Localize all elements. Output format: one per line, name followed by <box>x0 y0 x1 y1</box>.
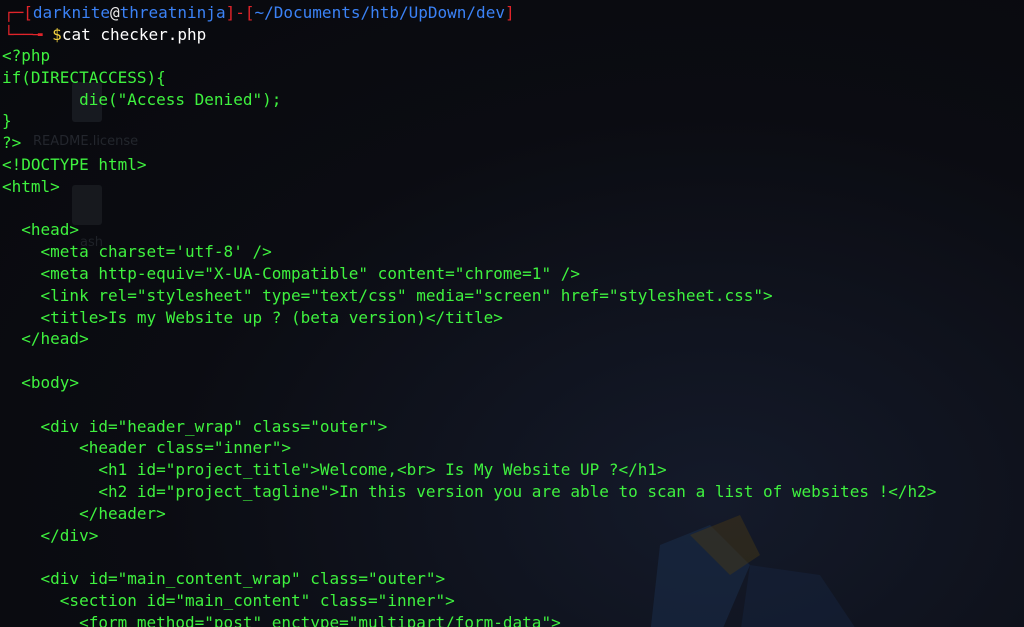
command-text: cat checker.php <box>61 25 207 44</box>
output-line: </div> <box>2 525 99 545</box>
prompt-bracket: ] <box>504 3 515 22</box>
prompt-corner: ┌─ <box>4 3 24 22</box>
output-line: if(DIRECTACCESS){ <box>2 67 166 87</box>
command-line[interactable]: └──╼ $cat checker.php <box>4 24 206 46</box>
prompt-host: threatninja <box>119 3 226 22</box>
output-line: <meta http-equiv="X-UA-Compatible" conte… <box>2 264 580 283</box>
output-line: <meta charset='utf-8' /> <box>2 242 272 262</box>
output-line: </header> <box>2 503 166 523</box>
output-line: <head> <box>2 220 80 240</box>
output-line: <section id="main_content" class="inner"… <box>2 591 455 610</box>
output-line: <!DOCTYPE html> <box>2 155 147 174</box>
output-line: <title>Is my Website up ? (beta version)… <box>2 307 503 327</box>
output-line: ?> <box>2 133 22 153</box>
prompt-bracket: ] <box>225 3 236 22</box>
output-line: <?php <box>2 46 51 65</box>
output-line: <div id="header_wrap" class="outer"> <box>2 416 388 436</box>
desktop-file-label: README.license <box>33 134 139 149</box>
output-line: <div id="main_content_wrap" class="outer… <box>2 569 446 589</box>
output-line: <h2 id="project_tagline">In this version… <box>2 482 937 501</box>
output-line: <link rel="stylesheet" type="text/css" m… <box>2 285 773 305</box>
output-line: <body> <box>2 373 80 392</box>
output-line: <form method="post" enctype="multipart/f… <box>2 612 561 627</box>
output-line: die("Access Denied"); <box>2 89 282 109</box>
shell-prompt: ┌─[darknite@threatninja]-[~/Documents/ht… <box>4 2 515 24</box>
terminal-window[interactable]: README.license ash ┌─[darknite@threatnin… <box>0 0 1024 627</box>
prompt-path: ~/Documents/htb/UpDown/dev <box>254 3 505 22</box>
output-line: <header class="inner"> <box>2 438 291 458</box>
prompt-at: @ <box>109 3 120 22</box>
prompt-user: darknite <box>32 3 110 22</box>
prompt-separator: - <box>235 3 245 22</box>
wallpaper-parrot-logo <box>650 515 855 627</box>
output-line: </head> <box>2 329 89 349</box>
prompt-bracket: [ <box>244 3 255 22</box>
output-line: <html> <box>2 176 60 196</box>
prompt-dollar: $ <box>52 25 62 44</box>
output-line: } <box>2 111 12 131</box>
prompt-corner-bottom: └──╼ <box>4 25 53 44</box>
prompt-bracket: [ <box>23 3 33 22</box>
output-line: <h1 id="project_title">Welcome,<br> Is M… <box>2 460 667 480</box>
